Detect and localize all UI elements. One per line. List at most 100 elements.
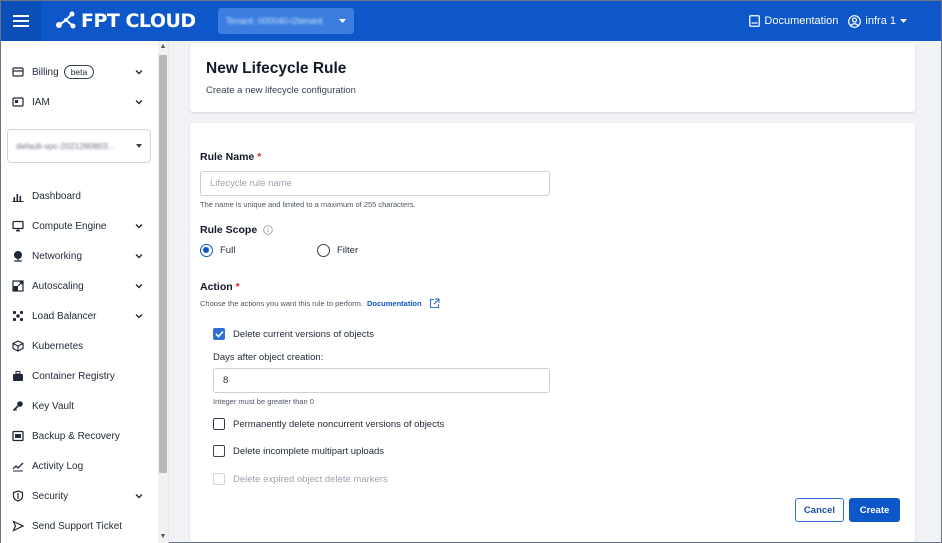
sidebar-item-label: IAM (32, 96, 50, 108)
radio-selected-icon (200, 244, 213, 257)
documentation-label: Documentation (764, 15, 839, 27)
globe-icon (11, 249, 25, 263)
chevron-down-icon (135, 284, 143, 289)
cube-icon (11, 339, 25, 353)
sidebar: Billing beta IAM default-vpc-2021280803.… (1, 41, 169, 543)
scrollbar-thumb[interactable] (159, 55, 167, 473)
chevron-down-icon (135, 70, 143, 75)
sidebar-item-label: Security (32, 490, 69, 502)
external-link-icon[interactable] (429, 298, 440, 309)
sidebar-item-label: Send Support Ticket (32, 520, 123, 532)
chevron-down-icon (135, 254, 143, 259)
sidebar-item-load-balancer[interactable]: Load Balancer (1, 301, 158, 331)
days-input[interactable] (213, 368, 550, 393)
chevron-down-icon (135, 314, 143, 319)
days-label: Days after object creation: (213, 352, 324, 363)
tenant-select[interactable]: Tenant: 000040-i2tenant (217, 8, 354, 34)
scroll-up-icon[interactable]: ▲ (159, 42, 167, 52)
load-balancer-icon (11, 309, 25, 323)
scroll-down-icon[interactable]: ▼ (159, 532, 167, 542)
fpt-logo-icon (56, 11, 76, 29)
checkbox-checked-icon (213, 328, 225, 340)
required-mark: * (257, 151, 262, 163)
caret-down-icon (338, 19, 346, 23)
sidebar-item-networking[interactable]: Networking (1, 241, 158, 271)
delete-expired-markers-checkbox: Delete expired object delete markers (213, 473, 388, 485)
page-header-card: New Lifecycle Rule Create a new lifecycl… (190, 43, 915, 112)
user-circle-icon (848, 14, 862, 28)
id-card-icon (11, 95, 25, 109)
tenant-value: Tenant: 000040-i2tenant (225, 16, 323, 26)
beta-badge: beta (63, 65, 95, 79)
vpc-select-value: default-vpc-2021280803... (16, 141, 115, 151)
shield-icon (11, 489, 25, 503)
sidebar-item-autoscaling[interactable]: Autoscaling (1, 271, 158, 301)
sidebar-item-label: Backup & Recovery (32, 430, 120, 442)
vpc-select[interactable]: default-vpc-2021280803... (7, 129, 151, 163)
autoscaling-icon (11, 279, 25, 293)
rule-name-label: Rule Name * (200, 151, 261, 163)
sidebar-item-key-vault[interactable]: Key Vault (1, 391, 158, 421)
action-label: Action * (200, 281, 240, 293)
sidebar-scrollbar[interactable]: ▲ ▼ (158, 41, 168, 543)
action-documentation-link[interactable]: Documentation (367, 299, 422, 308)
scope-filter-label: Filter (337, 245, 359, 256)
sidebar-item-label: Compute Engine (32, 220, 107, 232)
brand-logo[interactable]: FPT CLOUD (55, 10, 196, 32)
sidebar-item-label: Container Registry (32, 370, 115, 382)
rule-name-input[interactable] (200, 171, 550, 196)
rule-scope-label-text: Rule Scope (200, 224, 258, 236)
sidebar-item-activity-log[interactable]: Activity Log (1, 451, 158, 481)
activity-icon (11, 459, 25, 473)
scope-full-radio[interactable]: Full (200, 244, 235, 257)
info-icon[interactable] (263, 225, 273, 235)
brand-name: FPT CLOUD (81, 10, 196, 32)
page-title: New Lifecycle Rule (206, 60, 347, 77)
rule-scope-label: Rule Scope (200, 224, 273, 236)
sidebar-item-label: Autoscaling (32, 280, 84, 292)
sidebar-item-label: Load Balancer (32, 310, 97, 322)
perm-delete-noncurrent-checkbox[interactable]: Permanently delete noncurrent versions o… (213, 418, 444, 430)
chevron-down-icon (135, 224, 143, 229)
sidebar-item-dashboard[interactable]: Dashboard (1, 181, 158, 211)
sidebar-item-send-support-ticket[interactable]: Send Support Ticket (1, 511, 158, 541)
document-icon (749, 15, 761, 27)
caret-down-icon (900, 19, 907, 23)
sidebar-item-backup-recovery[interactable]: Backup & Recovery (1, 421, 158, 451)
action-hint: Choose the actions you want this rule to… (200, 298, 440, 309)
checkbox-unchecked-icon (213, 418, 225, 430)
key-icon (11, 399, 25, 413)
send-icon (11, 519, 25, 533)
delete-current-versions-label: Delete current versions of objects (233, 328, 374, 340)
perm-delete-noncurrent-label: Permanently delete noncurrent versions o… (233, 418, 445, 430)
cancel-button[interactable]: Cancel (795, 498, 844, 522)
billing-icon (11, 65, 25, 79)
checkbox-unchecked-icon (213, 445, 225, 457)
sidebar-item-security[interactable]: Security (1, 481, 158, 511)
chevron-down-icon (135, 494, 143, 499)
documentation-link[interactable]: Documentation (749, 15, 838, 27)
delete-incomplete-multipart-checkbox[interactable]: Delete incomplete multipart uploads (213, 445, 384, 457)
sidebar-item-container-registry[interactable]: Container Registry (1, 361, 158, 391)
bar-chart-icon (11, 189, 25, 203)
checkbox-disabled-icon (213, 473, 225, 485)
required-mark: * (235, 281, 240, 293)
monitor-icon (11, 219, 25, 233)
sidebar-item-kubernetes[interactable]: Kubernetes (1, 331, 158, 361)
top-bar: FPT CLOUD Tenant: 000040-i2tenant Docume… (1, 1, 941, 41)
sidebar-item-label: Kubernetes (32, 340, 84, 352)
hamburger-icon (13, 15, 29, 27)
lifecycle-rule-form: Rule Name * The name is unique and limit… (190, 123, 915, 542)
sidebar-item-billing[interactable]: Billing beta (1, 57, 158, 87)
menu-toggle-button[interactable] (1, 1, 41, 41)
sidebar-item-iam[interactable]: IAM (1, 87, 158, 117)
sidebar-item-compute-engine[interactable]: Compute Engine (1, 211, 158, 241)
days-hint: Integer must be greater than 0 (213, 397, 314, 406)
scope-full-label: Full (220, 245, 236, 256)
user-menu[interactable]: infra 1 (848, 14, 907, 28)
scope-filter-radio[interactable]: Filter (317, 244, 358, 257)
action-label-text: Action (200, 281, 233, 293)
sidebar-item-label: Key Vault (32, 400, 75, 412)
create-button[interactable]: Create (849, 498, 900, 522)
delete-current-versions-checkbox[interactable]: Delete current versions of objects (213, 328, 374, 340)
